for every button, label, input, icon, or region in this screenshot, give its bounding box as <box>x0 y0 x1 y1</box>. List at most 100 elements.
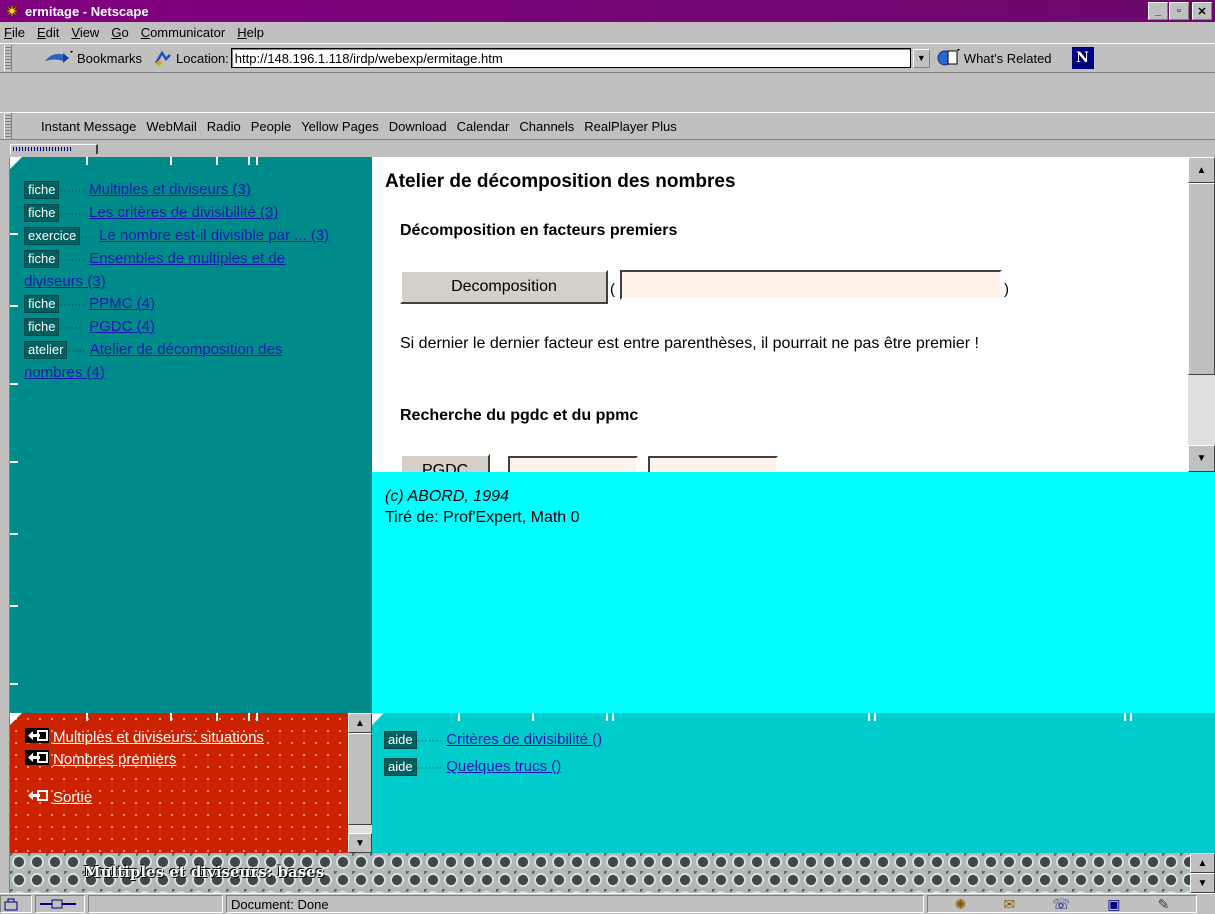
nav-link-nombre-divisible[interactable]: Le nombre est-il divisible par ... (3) <box>99 227 329 244</box>
link-radio[interactable]: Radio <box>207 119 241 134</box>
list-item: aide ······· Quelques trucs () <box>384 754 602 781</box>
link-download[interactable]: Download <box>389 119 447 134</box>
component-bar: ✺ ✉ ☏ ▣ ✎ <box>927 895 1197 913</box>
info-frame: (c) ABORD, 1994 Tiré de: Prof'Expert, Ma… <box>372 472 1215 713</box>
window-title-bar: ermitage - Netscape _ ▫ ✕ <box>0 0 1215 22</box>
nav-link-ppmc[interactable]: PPMC (4) <box>89 295 155 312</box>
toolbar-grip[interactable] <box>4 113 12 139</box>
bookmarks-icon[interactable] <box>43 49 73 67</box>
collapsed-toolbar-tab[interactable] <box>10 144 98 154</box>
composer-icon[interactable]: ▣ <box>1107 896 1120 913</box>
location-label: Location: <box>176 50 229 66</box>
link-yellow-pages[interactable]: Yellow Pages <box>301 119 379 134</box>
mailbox-icon[interactable]: ✉ <box>1004 896 1016 913</box>
discussions-icon[interactable]: ☏ <box>1052 896 1070 913</box>
close-button[interactable]: ✕ <box>1192 2 1212 20</box>
menu-go[interactable]: Go <box>111 25 128 40</box>
minimize-button[interactable]: _ <box>1148 2 1168 20</box>
list-item: fiche ······· Ensembles de multiples et de… <box>24 250 286 290</box>
location-icon[interactable] <box>154 49 172 67</box>
toolbar-grip[interactable] <box>4 45 12 71</box>
link-instant-message[interactable]: Instant Message <box>41 119 136 134</box>
scroll-up-button[interactable]: ▲ <box>1188 157 1215 183</box>
menu-edit[interactable]: Edit <box>37 25 59 40</box>
nav-link-pgdc[interactable]: PGDC (4) <box>89 318 155 335</box>
source-line: Tiré de: Prof'Expert, Math 0 <box>385 509 580 526</box>
location-toolbar: Bookmarks Location: ▼ What's Related N <box>0 43 1215 73</box>
paren-open: ( <box>610 281 615 298</box>
nav-link-nombres-premiers[interactable]: Nombres premiers <box>53 751 176 768</box>
bottom-title-scrollbar[interactable]: ▲ ▼ <box>1190 853 1215 893</box>
collapsed-toolbar-strip <box>0 141 1215 157</box>
nav-link-criteres-divisibilite[interactable]: Les critères de divisibilité (3) <box>89 204 278 221</box>
link-realplayer-plus[interactable]: RealPlayer Plus <box>584 119 677 134</box>
netscape-icon <box>3 2 21 20</box>
link-people[interactable]: People <box>251 119 291 134</box>
menu-help[interactable]: Help <box>237 25 264 40</box>
bottom-nav-frame: Multiples et diviseurs: situations Nombr… <box>10 713 372 853</box>
list-item: atelier ····· Atelier de décomposition des… <box>24 341 283 381</box>
whats-related-label[interactable]: What's Related <box>964 51 1052 66</box>
window-title: ermitage - Netscape <box>25 3 149 19</box>
whats-related-icon[interactable] <box>936 48 960 68</box>
scroll-up-button[interactable]: ▲ <box>1190 853 1215 873</box>
link-webmail[interactable]: WebMail <box>146 119 196 134</box>
bookmarks-label[interactable]: Bookmarks <box>77 51 142 66</box>
scroll-down-button[interactable]: ▼ <box>348 833 372 853</box>
maximize-button[interactable]: ▫ <box>1169 2 1189 20</box>
maximize-icon: ▫ <box>1177 5 1181 17</box>
decomposition-note: Si dernier le dernier facteur est entre … <box>400 335 979 352</box>
item-tag: aide <box>384 758 417 776</box>
menu-view[interactable]: View <box>71 25 99 40</box>
item-tag: fiche <box>24 204 60 222</box>
item-tag: exercice <box>24 227 81 245</box>
progress-bar <box>88 895 223 913</box>
nav-link-multiples-diviseurs[interactable]: Multiples et diviseurs (3) <box>89 181 251 198</box>
credit-text: (c) ABORD, 1994 Tiré de: Prof'Expert, Ma… <box>385 486 580 528</box>
scroll-thumb[interactable] <box>1188 183 1215 375</box>
item-tag: fiche <box>24 250 60 268</box>
decomposition-input[interactable] <box>620 270 1002 300</box>
pgdc-input-2[interactable] <box>648 456 778 472</box>
url-dropdown-button[interactable]: ▼ <box>912 48 930 68</box>
decomposition-button[interactable]: Decomposition <box>400 270 608 304</box>
help-link-criteres[interactable]: Critères de divisibilité () <box>446 731 602 748</box>
scroll-down-button[interactable]: ▼ <box>1190 873 1215 893</box>
pencil-icon[interactable]: ✎ <box>1158 896 1170 913</box>
pgdc-button[interactable]: PGDC <box>400 454 490 472</box>
nav-link-situations[interactable]: Multiples et diviseurs: situations <box>53 729 264 746</box>
bottom-nav-list: Multiples et diviseurs: situations Nombr… <box>24 727 354 809</box>
menu-communicator[interactable]: Communicator <box>141 25 226 40</box>
list-item: fiche ······· PGDC (4) <box>24 316 344 339</box>
url-input[interactable] <box>230 48 911 68</box>
scroll-down-button[interactable]: ▼ <box>1188 445 1215 472</box>
scroll-thumb[interactable] <box>348 733 372 825</box>
frame-corner-mark <box>10 713 22 725</box>
menu-file[interactable]: File <box>4 25 25 40</box>
bottom-title: Multiples et diviseurs: bases <box>84 863 325 881</box>
main-vertical-scrollbar[interactable]: ▲ ▼ <box>1188 157 1215 472</box>
scroll-up-button[interactable]: ▲ <box>348 713 372 733</box>
dropdown-arrow-icon: ▼ <box>916 53 926 63</box>
ruler-ticks <box>372 713 1215 721</box>
security-indicator[interactable] <box>0 895 32 913</box>
help-link-trucs[interactable]: Quelques trucs () <box>446 758 561 775</box>
nav-frame: fiche ······· Multiples et diviseurs (3) f… <box>10 157 372 713</box>
navigator-icon[interactable]: ✺ <box>955 896 967 913</box>
list-item: Multiples et diviseurs: situations <box>24 727 354 749</box>
copyright-line: (c) ABORD, 1994 <box>385 488 509 505</box>
pgdc-input-1[interactable] <box>508 456 638 472</box>
link-calendar[interactable]: Calendar <box>457 119 510 134</box>
minimize-icon: _ <box>1154 5 1162 17</box>
bottom-nav-scrollbar[interactable]: ▲ ▼ <box>348 713 372 853</box>
nav-link-sortie[interactable]: Sortie <box>53 789 92 806</box>
page-title: Atelier de décomposition des nombres <box>385 171 736 192</box>
ruler-ticks <box>10 157 372 165</box>
link-channels[interactable]: Channels <box>519 119 574 134</box>
arrow-down-icon: ▼ <box>1196 453 1207 464</box>
netscape-n-logo[interactable]: N <box>1071 47 1094 69</box>
personal-toolbar: Instant Message WebMail Radio People Yel… <box>0 112 1215 140</box>
list-item: exercice ···· Le nombre est-il divisible p… <box>24 225 344 248</box>
frame-left-edge <box>0 157 10 893</box>
arrow-up-icon: ▲ <box>355 717 365 729</box>
